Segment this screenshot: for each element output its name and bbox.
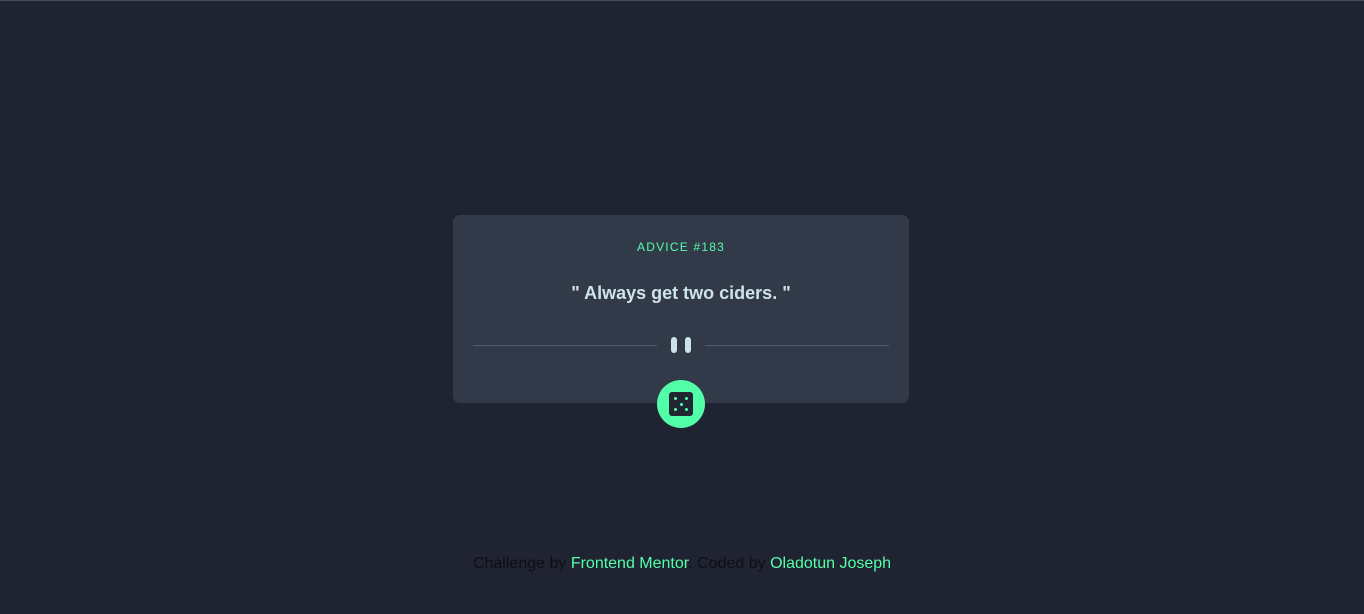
- advice-text: " Always get two ciders. ": [571, 283, 791, 303]
- footer-attribution: Challenge by Frontend Mentor. Coded by O…: [0, 555, 1364, 573]
- advice-card: ADVICE #183 " Always get two ciders. ": [453, 215, 909, 403]
- divider-line-right: [705, 345, 889, 346]
- author-link[interactable]: Oladotun Joseph: [770, 555, 891, 572]
- coded-by-text: . Coded by: [688, 555, 766, 572]
- pattern-divider: [473, 336, 889, 354]
- advice-id: ADVICE #183: [637, 240, 725, 254]
- new-advice-button[interactable]: [657, 380, 705, 428]
- frontend-mentor-link[interactable]: Frontend Mentor: [571, 555, 688, 572]
- divider-line-left: [473, 345, 657, 346]
- challenge-text: Challenge by: [472, 555, 567, 572]
- pause-icon: [671, 337, 691, 353]
- dice-icon: [669, 392, 693, 416]
